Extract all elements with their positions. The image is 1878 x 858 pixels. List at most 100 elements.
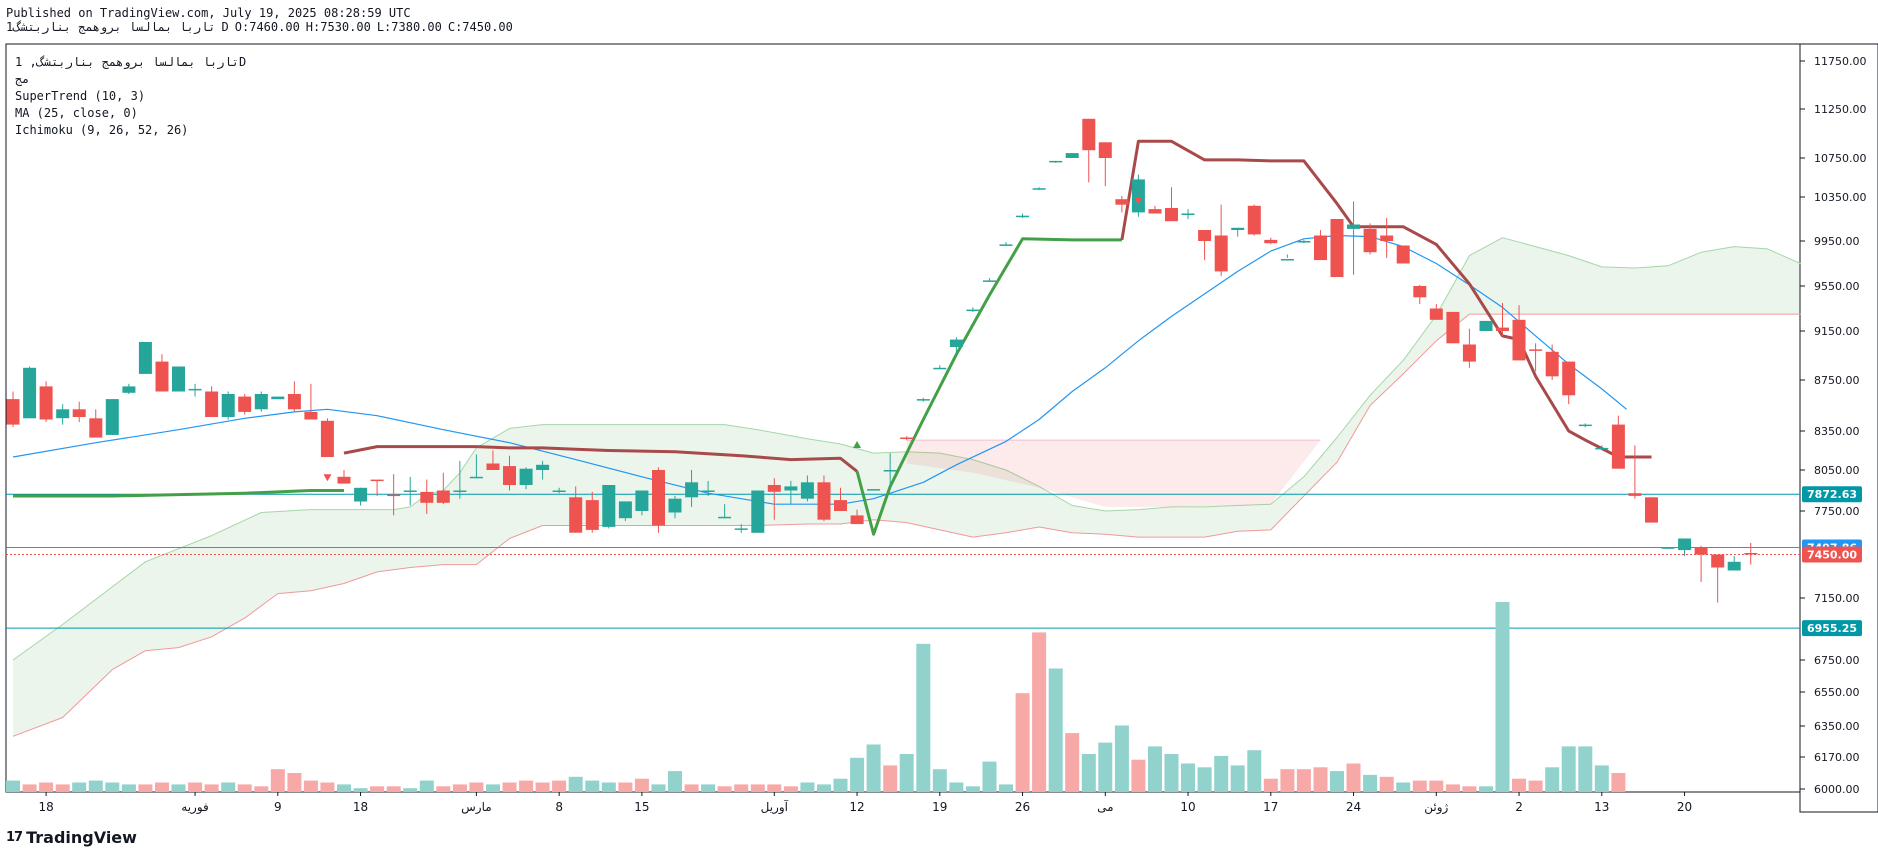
candle-body [850,515,864,525]
volume-bar [1594,765,1609,792]
candle-body [1694,547,1708,555]
candle-body [354,487,368,502]
volume-bar [469,782,484,792]
volume-bar [1412,780,1427,792]
volume-bar [734,784,749,792]
volume-bar [320,782,335,792]
candle-body [89,418,103,438]
candle-body [469,476,483,479]
candle-body [23,367,37,419]
time-tick-label: 26 [1015,800,1030,814]
candle-body [867,489,881,491]
time-tick-label: 12 [849,800,864,814]
candle-body [1347,224,1360,229]
tradingview-logo[interactable]: 𝟭𝟳 TradingView [6,828,137,847]
candle-body [1711,554,1725,568]
volume-bar [1429,780,1444,792]
price-tick-label: 9950.00 [1814,235,1860,248]
candle-body [1231,227,1245,230]
candle-body [1744,553,1758,555]
price-level-label: 7872.63 [1807,488,1857,501]
tradingview-logo-icon: 𝟭𝟳 [6,830,23,845]
price-chart[interactable]: 11750.00 11250.00 10750.00 10350.00 9950.00 9… [0,0,1878,820]
candle-body [784,486,798,491]
volume-bar [337,784,351,792]
supertrend-signal-arrow [853,441,862,448]
candle-body [618,501,632,519]
candle-body [6,399,20,425]
volume-bar [105,782,120,792]
candle-body [602,485,616,527]
volume-bar [1578,746,1593,792]
candle-body [72,409,86,417]
candle-body [420,491,434,503]
candle-body [1479,320,1493,331]
candle-body [1496,327,1509,331]
volume-bar [1032,632,1047,792]
volume-bar [552,780,567,792]
candle-body [503,466,516,485]
legend-indicator-ichimoku[interactable]: Ichimoku (9, 26, 52, 26) [15,122,246,139]
supertrend-signal-arrow [323,474,332,482]
candle-body [337,476,351,484]
volume-bar [1197,767,1212,792]
volume-bar [701,784,716,792]
candle-body [552,490,566,492]
legend-indicator-ma[interactable]: MA (25, close, 0) [15,105,246,122]
volume-bar [1247,750,1262,792]
price-tick-label: 6550.00 [1814,686,1860,699]
candle-body [1645,497,1658,523]
candle-body [900,437,914,439]
candle-body [453,490,467,492]
candle-body [1628,493,1642,496]
candle-body [1578,424,1592,427]
candle-body [1727,561,1741,571]
volume-bar [750,784,765,792]
candle-body [1032,188,1046,190]
volume-bar [88,780,103,792]
volume-bar [486,784,500,792]
volume-bar [452,784,467,792]
price-tick-label: 6750.00 [1814,654,1860,667]
volume-bar [850,757,865,792]
volume-bar [899,754,914,792]
volume-bar [138,784,153,792]
volume-bar [39,782,54,792]
volume-bar [1230,765,1245,792]
volume-bar [22,784,37,792]
volume-bar [72,782,87,792]
time-tick-label: می [1097,800,1113,814]
volume-bar [204,784,219,792]
price-tick-label: 11250.00 [1814,103,1867,116]
volume-bar [684,784,699,792]
candle-body [949,339,963,347]
ichimoku-cloud-green [13,237,1801,737]
time-tick-label: 10 [1180,800,1195,814]
time-tick-label: آوریل [761,799,789,815]
candle-body [221,394,235,417]
price-tick-label: 9150.00 [1814,325,1860,338]
volume-bar [1462,786,1477,792]
candle-body [701,490,715,492]
legend-indicator-supertrend[interactable]: SuperTrend (10, 3) [15,88,246,105]
candle-body [1512,319,1526,361]
candle-body [287,394,301,410]
candle-body [1280,259,1294,261]
candle-body [1082,118,1096,151]
legend-title[interactable]: تاربا بمالسا بروهمج بناربتشگ, 1D [15,54,246,71]
volume-bar [370,786,385,792]
volume-bar [1445,784,1460,792]
volume-bar [270,769,285,792]
volume-bar [1379,776,1394,792]
candle-body [254,394,268,410]
candle-body [1363,228,1377,253]
time-tick-label: ژوئن [1424,800,1448,815]
candle-body [1314,235,1327,261]
candle-body [1396,245,1410,264]
volume-bar [155,782,169,792]
price-tick-label: 6170.00 [1814,751,1860,764]
candle-body [155,361,169,392]
volume-bar [419,780,434,792]
candle-body [767,485,781,492]
volume-bar [1065,733,1080,792]
